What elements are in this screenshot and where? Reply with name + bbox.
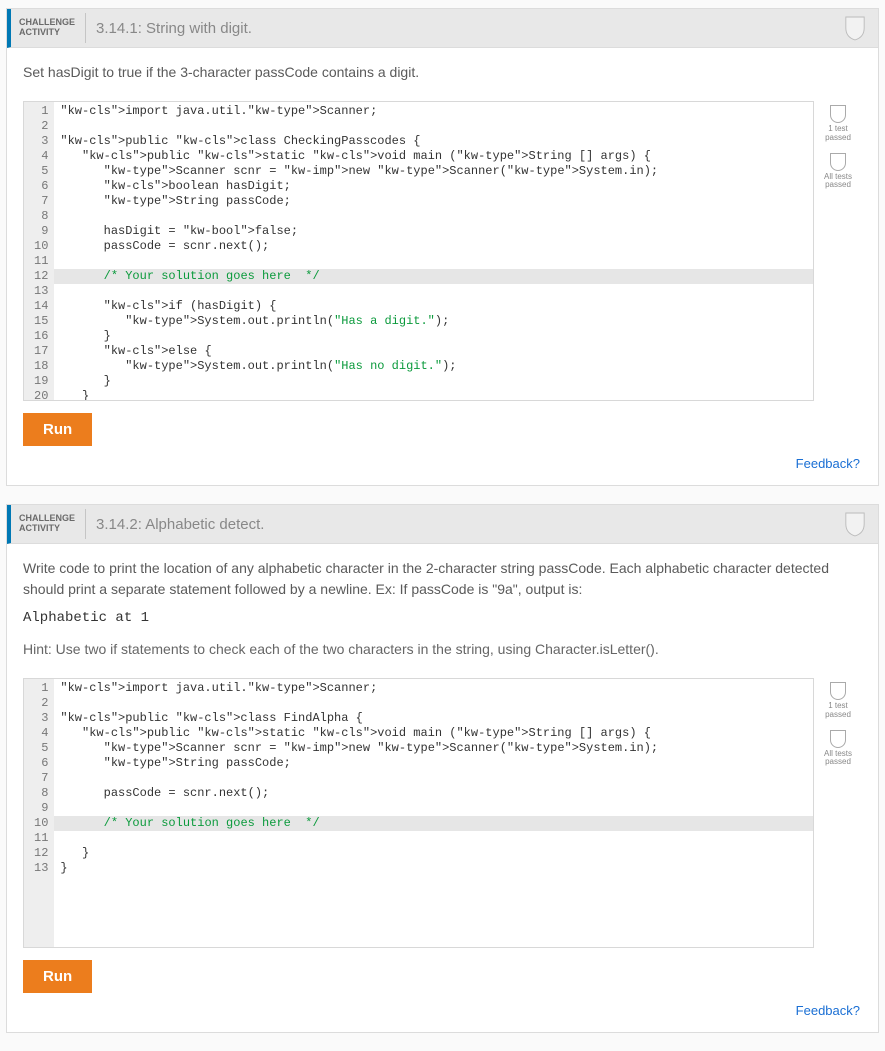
challenge-label-line2: ACTIVITY (19, 27, 60, 37)
badge-all-tests: All testspassed (824, 730, 852, 768)
code-editor[interactable]: 123456789101112131415161718192021 "kw-cl… (23, 101, 814, 401)
challenge-hint: Hint: Use two if statements to check eac… (23, 639, 862, 660)
shield-icon (830, 730, 846, 748)
challenge-card-2: CHALLENGE ACTIVITY 3.14.2: Alphabetic de… (6, 504, 879, 1033)
challenge-description: Set hasDigit to true if the 3-character … (7, 48, 878, 93)
shield-icon (844, 15, 866, 44)
code-editor[interactable]: 12345678910111213 "kw-cls">import java.u… (23, 678, 814, 948)
divider (85, 509, 86, 539)
challenge-description-block: Write code to print the location of any … (7, 544, 878, 670)
badge-label: 1 testpassed (825, 125, 851, 143)
badge-one-test: 1 testpassed (825, 105, 851, 143)
badge-label: All testspassed (824, 173, 852, 191)
editor-area: 12345678910111213 "kw-cls">import java.u… (23, 678, 862, 948)
run-button[interactable]: Run (23, 960, 92, 993)
shield-icon (830, 105, 846, 123)
badge-one-test: 1 testpassed (825, 682, 851, 720)
code-pane[interactable]: "kw-cls">import java.util."kw-type">Scan… (54, 679, 813, 947)
badge-all-tests: All testspassed (824, 153, 852, 191)
sample-output: Alphabetic at 1 (23, 608, 862, 629)
line-gutter: 12345678910111213 (24, 679, 54, 947)
challenge-label-line1: CHALLENGE (19, 17, 75, 27)
challenge-description: Write code to print the location of any … (23, 558, 862, 600)
test-status-sidebar: 1 testpassed All testspassed (814, 678, 862, 948)
divider (85, 13, 86, 43)
line-gutter: 123456789101112131415161718192021 (24, 102, 54, 400)
run-button[interactable]: Run (23, 413, 92, 446)
feedback-row: Feedback? (7, 1003, 878, 1032)
test-status-sidebar: 1 testpassed All testspassed (814, 101, 862, 401)
challenge-label-line1: CHALLENGE (19, 513, 75, 523)
editor-area: 123456789101112131415161718192021 "kw-cl… (23, 101, 862, 401)
shield-icon (830, 153, 846, 171)
challenge-label: CHALLENGE ACTIVITY (19, 18, 75, 38)
shield-icon (830, 682, 846, 700)
code-pane[interactable]: "kw-cls">import java.util."kw-type">Scan… (54, 102, 813, 400)
challenge-title: 3.14.1: String with digit. (96, 20, 252, 37)
badge-label: All testspassed (824, 750, 852, 768)
feedback-link[interactable]: Feedback? (796, 456, 860, 471)
challenge-header: CHALLENGE ACTIVITY 3.14.2: Alphabetic de… (7, 505, 878, 544)
challenge-card-1: CHALLENGE ACTIVITY 3.14.1: String with d… (6, 8, 879, 486)
feedback-link[interactable]: Feedback? (796, 1003, 860, 1018)
feedback-row: Feedback? (7, 456, 878, 485)
shield-icon (844, 511, 866, 540)
challenge-title: 3.14.2: Alphabetic detect. (96, 516, 264, 533)
challenge-label: CHALLENGE ACTIVITY (19, 514, 75, 534)
challenge-header: CHALLENGE ACTIVITY 3.14.1: String with d… (7, 9, 878, 48)
challenge-label-line2: ACTIVITY (19, 523, 60, 533)
badge-label: 1 testpassed (825, 702, 851, 720)
